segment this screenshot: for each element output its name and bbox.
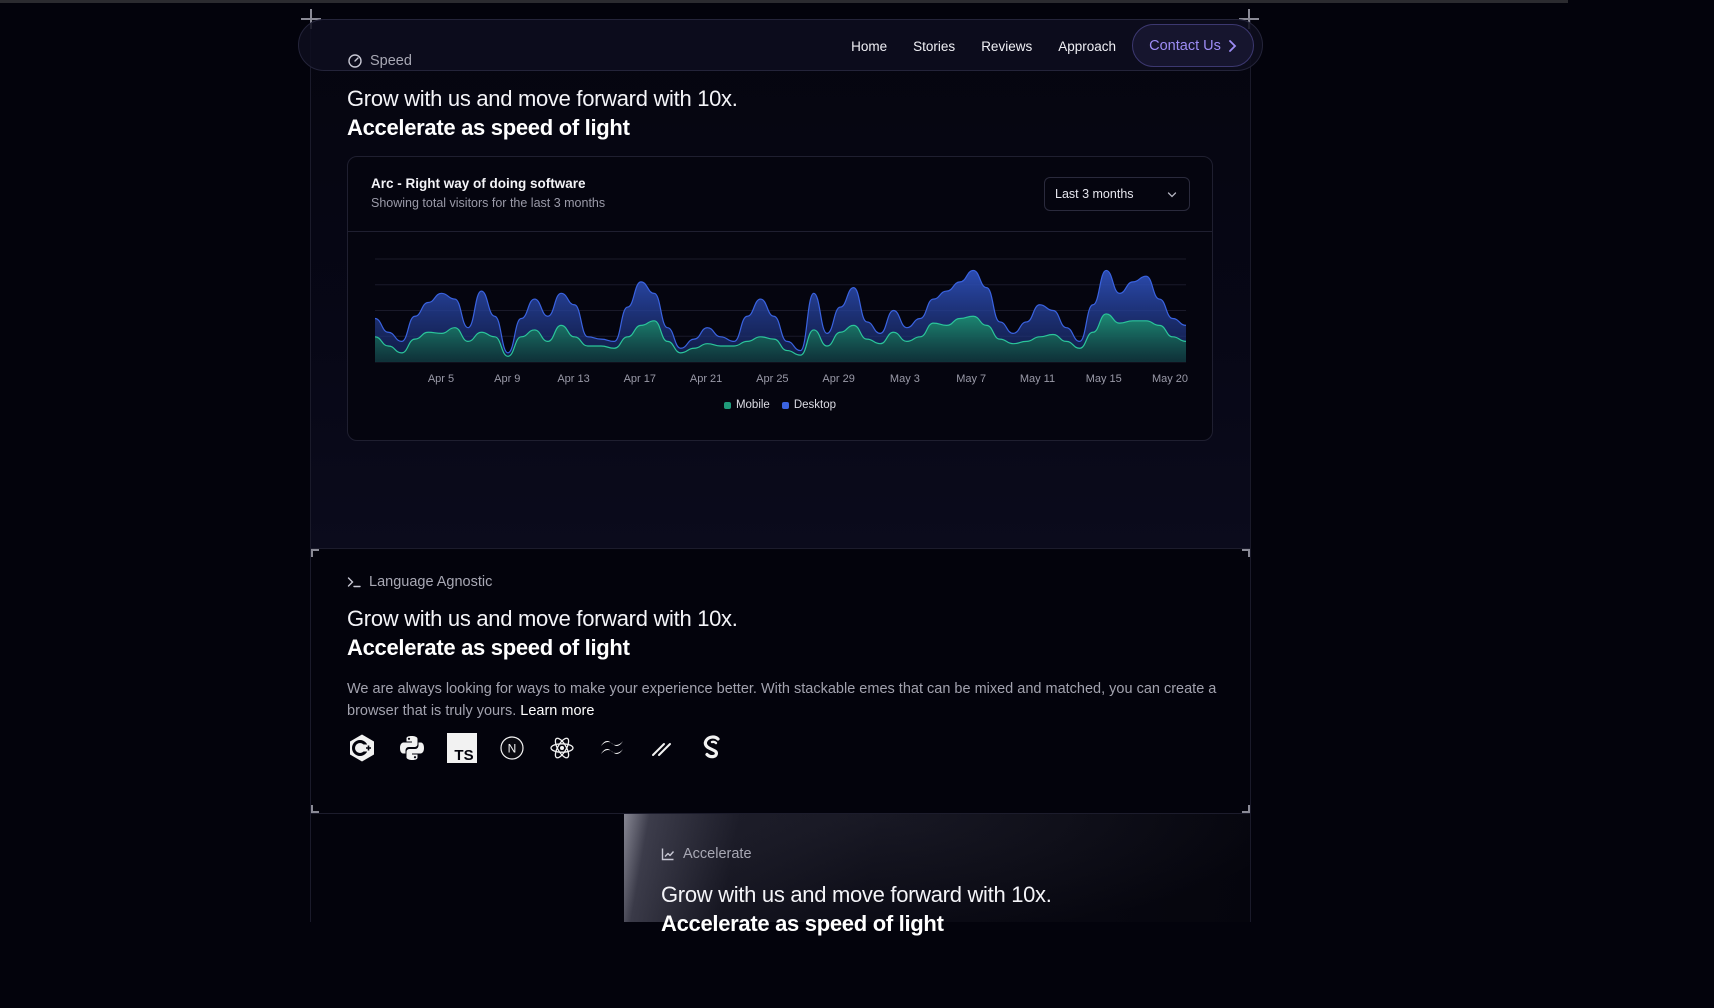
react-icon xyxy=(547,733,577,763)
terminal-icon xyxy=(347,577,361,588)
nav-link-approach[interactable]: Approach xyxy=(1058,39,1116,54)
accelerate-eyebrow: Accelerate xyxy=(661,846,752,862)
svelte-icon xyxy=(697,733,727,763)
chart-card-title: Arc - Right way of doing software xyxy=(371,176,586,191)
legend-label-desktop: Desktop xyxy=(793,399,837,411)
speed-headline-bold: Accelerate as speed of light xyxy=(347,115,630,140)
accelerate-headline: Grow with us and move forward with 10x. xyxy=(661,882,1052,907)
x-tick-label: Apr 9 xyxy=(494,373,520,385)
typescript-icon-label: TS xyxy=(454,747,473,763)
x-tick-label: Apr 25 xyxy=(756,373,788,385)
x-tick-label: May 11 xyxy=(1020,373,1055,385)
legend-label-mobile: Mobile xyxy=(735,399,770,411)
x-tick-label: Apr 5 xyxy=(428,373,454,385)
x-tick-label: May 3 xyxy=(890,373,920,385)
section-divider xyxy=(311,548,1250,549)
language-logos: TS N xyxy=(347,733,747,763)
chevron-right-icon xyxy=(1228,39,1237,52)
corner-marker xyxy=(1242,549,1250,557)
content-column xyxy=(310,18,1251,922)
visitors-area-chart: Apr 5 Apr 9 Apr 13 Apr 17 Apr 21 Apr 25 Apr 29… xyxy=(374,258,1188,385)
tailwind-icon xyxy=(597,733,627,763)
time-range-select[interactable]: Last 3 months xyxy=(1044,177,1190,211)
nextjs-icon: N xyxy=(497,733,527,763)
x-tick-label: Apr 21 xyxy=(690,373,722,385)
line-chart-icon xyxy=(661,848,675,861)
visitors-chart-card: Arc - Right way of doing software Showin… xyxy=(347,156,1213,441)
legend-swatch-desktop xyxy=(781,401,789,409)
language-headline: Grow with us and move forward with 10x. xyxy=(347,606,738,631)
nav-link-home[interactable]: Home xyxy=(851,39,887,54)
language-eyebrow: Language Agnostic xyxy=(347,574,492,590)
window-top-border xyxy=(0,0,1568,3)
language-headline-bold: Accelerate as speed of light xyxy=(347,635,630,660)
speed-headline: Grow with us and move forward with 10x. xyxy=(347,86,738,111)
gauge-icon xyxy=(348,54,362,68)
nav-link-stories[interactable]: Stories xyxy=(913,39,955,54)
corner-marker xyxy=(1242,805,1250,813)
speed-eyebrow: Speed xyxy=(348,53,412,69)
speed-eyebrow-label: Speed xyxy=(370,53,412,69)
language-description-text: We are always looking for ways to make y… xyxy=(347,681,1217,719)
cplusplus-icon xyxy=(347,733,377,763)
accelerate-eyebrow-label: Accelerate xyxy=(683,846,752,862)
learn-more-link[interactable]: Learn more xyxy=(520,703,594,719)
accelerate-headline-bold: Accelerate as speed of light xyxy=(661,911,944,936)
legend-item-desktop: Desktop xyxy=(781,399,837,411)
chart-card-header: Arc - Right way of doing software Showin… xyxy=(348,157,1212,232)
language-description: We are always looking for ways to make y… xyxy=(347,678,1217,722)
slash-icon xyxy=(647,733,677,763)
nextjs-icon-label: N xyxy=(508,742,517,756)
contact-us-label: Contact Us xyxy=(1149,37,1221,54)
chart-card-subtitle: Showing total visitors for the last 3 mo… xyxy=(371,196,606,210)
x-tick-label: Apr 13 xyxy=(557,373,589,385)
contact-us-button[interactable]: Contact Us xyxy=(1132,24,1254,67)
corner-marker xyxy=(311,805,319,813)
legend-item-mobile: Mobile xyxy=(723,399,770,411)
x-tick-label: May 7 xyxy=(956,373,986,385)
legend-swatch-mobile xyxy=(723,401,731,409)
x-tick-label: Apr 29 xyxy=(822,373,854,385)
language-eyebrow-label: Language Agnostic xyxy=(369,574,493,590)
nav-link-reviews[interactable]: Reviews xyxy=(981,39,1032,54)
top-navbar: Home Stories Reviews Approach Contact Us xyxy=(298,19,1263,71)
x-tick-label: May 20 xyxy=(1152,373,1188,385)
typescript-icon: TS xyxy=(447,733,477,763)
x-tick-label: May 15 xyxy=(1086,373,1122,385)
time-range-value: Last 3 months xyxy=(1055,187,1134,201)
corner-marker xyxy=(311,549,319,557)
chart-legend: Mobile Desktop xyxy=(348,399,1212,411)
python-icon xyxy=(397,733,427,763)
nav-links: Home Stories Reviews Approach xyxy=(851,20,1116,72)
chevron-down-icon xyxy=(1167,192,1177,198)
x-tick-label: Apr 17 xyxy=(624,373,656,385)
